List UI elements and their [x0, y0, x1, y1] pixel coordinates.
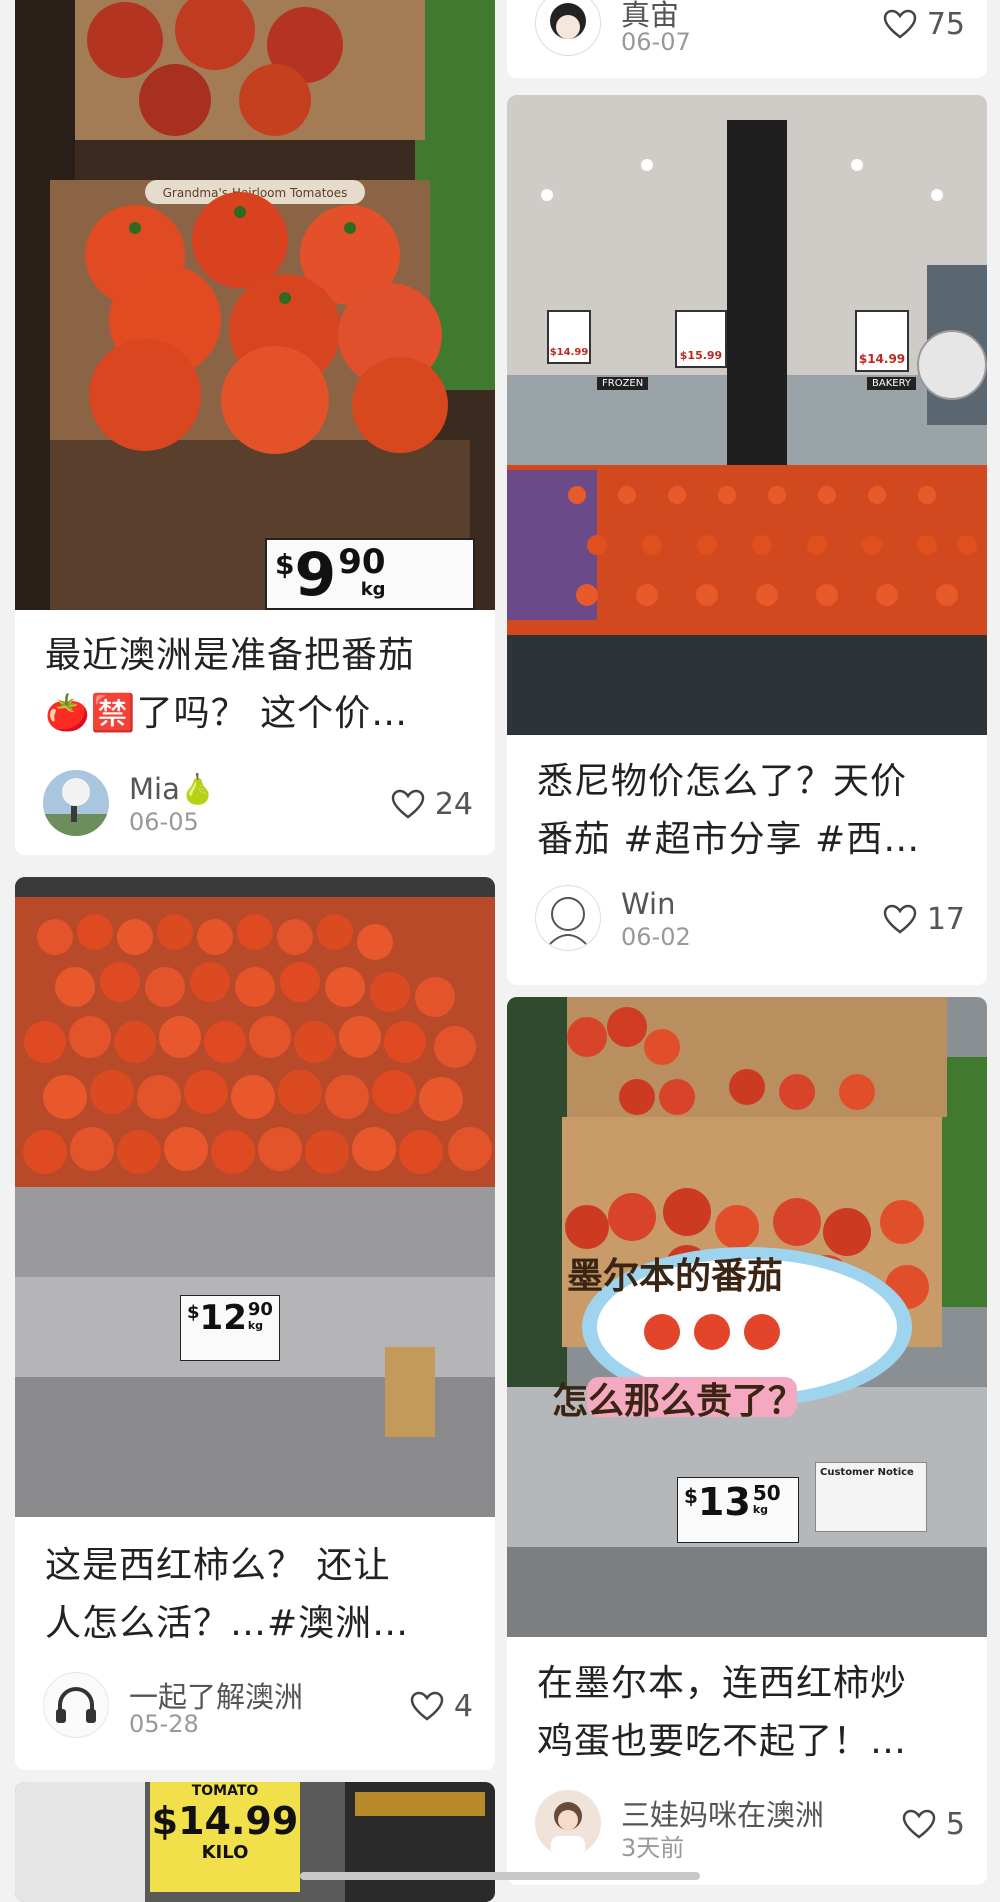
price-main: 9	[294, 540, 337, 610]
customer-notice-title: Customer Notice	[820, 1467, 914, 1478]
price-cents: 90	[247, 1299, 273, 1320]
pillar	[727, 120, 787, 500]
post-date: 06-05	[129, 808, 199, 836]
like-count: 17	[926, 901, 965, 937]
like-button[interactable]: 75	[883, 4, 965, 44]
post-card[interactable]: $ 12 90 kg 这是西红柿么？ 还让 人怎么活？…#澳洲… 一起了解澳洲 …	[15, 877, 495, 1770]
price-dollar: $	[684, 1484, 698, 1508]
post-meta: 一起了解澳洲 05-28 4	[43, 1672, 473, 1742]
headphones-icon	[56, 1687, 96, 1723]
price-unit: kg	[360, 579, 386, 600]
heart-outline-icon	[902, 1809, 936, 1839]
heart-outline-icon	[391, 789, 425, 819]
price-unit: kg	[247, 1319, 264, 1332]
price-unit: kg	[752, 1503, 769, 1516]
customer-notice: Customer Notice	[815, 1462, 927, 1532]
price-dollar: $	[187, 1302, 200, 1323]
price-sign: $14.99	[547, 310, 591, 364]
author-name[interactable]: Win	[621, 887, 675, 921]
price-cents: 50	[752, 1481, 781, 1505]
heart-outline-icon	[883, 904, 917, 934]
post-image[interactable]: $ 12 90 kg	[15, 877, 495, 1517]
overlay-title-line2: 怎么那么贵了？	[552, 1381, 805, 1422]
post-image[interactable]: $14.99 $15.99 $14.99 FROZEN BAKERY	[507, 95, 987, 735]
store-label: BAKERY	[867, 377, 916, 390]
price-tag: $ 9 90 kg	[265, 538, 475, 610]
like-count: 5	[945, 1806, 965, 1842]
price-sign: $14.99	[855, 310, 909, 372]
heart-outline-icon	[883, 9, 917, 39]
post-title[interactable]: 这是西红柿么？ 还让 人怎么活？…#澳洲…	[45, 1537, 475, 1653]
avatar[interactable]	[43, 770, 109, 836]
post-card[interactable]: 墨尔本的番茄 怎么那么贵了？ $ 13 50 kg Customer Notic…	[507, 997, 987, 1885]
post-title[interactable]: 在墨尔本，连西红柿炒 鸡蛋也要吃不起了！…	[537, 1655, 967, 1771]
post-date: 3天前	[621, 1834, 685, 1862]
overlay-title-line1: 墨尔本的番茄	[567, 1256, 784, 1297]
like-button[interactable]: 4	[410, 1686, 473, 1726]
post-title[interactable]: 最近澳洲是准备把番茄 🍅🈲了吗？ 这个价…	[45, 627, 475, 743]
like-button[interactable]: 17	[883, 899, 965, 939]
like-count: 4	[453, 1688, 473, 1724]
price-sign: TOMATO $14.99 KILO	[150, 1782, 300, 1892]
price-sign-label: TOMATO	[191, 1783, 259, 1799]
price-tag: $ 12 90 kg	[180, 1295, 280, 1361]
post-image[interactable]: 墨尔本的番茄 怎么那么贵了？ $ 13 50 kg Customer Notic…	[507, 997, 987, 1637]
price-main: 13	[697, 1480, 751, 1524]
post-card[interactable]: $14.99 $15.99 $14.99 FROZEN BAKERY 悉尼物价怎…	[507, 95, 987, 985]
post-date: 05-28	[129, 1710, 199, 1738]
post-title[interactable]: 悉尼物价怎么了？天价 番茄 #超市分享 #西…	[537, 753, 967, 869]
post-card[interactable]: Grandma's Heirloom Tomatoes $ 9 90 kg 最近…	[15, 0, 495, 855]
post-card[interactable]: 真宙 06-07 75	[507, 0, 987, 78]
store-label: FROZEN	[597, 377, 649, 390]
post-card[interactable]: TOMATO $14.99 KILO	[15, 1782, 495, 1902]
avatar[interactable]	[43, 1672, 109, 1738]
like-button[interactable]: 5	[902, 1804, 965, 1844]
post-meta: Mia🍐 06-05 24	[43, 770, 473, 840]
like-count: 75	[926, 6, 965, 42]
price-sign-value: $14.99	[151, 1799, 299, 1843]
post-meta: 真宙 06-07 75	[535, 0, 965, 60]
home-indicator[interactable]	[300, 1872, 700, 1880]
price-dollar: $	[275, 548, 295, 581]
heart-outline-icon	[410, 1691, 444, 1721]
author-name[interactable]: Mia🍐	[129, 772, 216, 807]
post-date: 06-07	[621, 28, 691, 56]
price-cents: 90	[338, 542, 386, 582]
post-image[interactable]: Grandma's Heirloom Tomatoes $ 9 90 kg	[15, 0, 495, 610]
post-date: 06-02	[621, 923, 691, 951]
post-meta: 三娃妈咪在澳洲 3天前 5	[535, 1790, 965, 1862]
avatar[interactable]	[535, 885, 601, 951]
post-meta: Win 06-02 17	[535, 885, 965, 955]
avatar[interactable]	[535, 0, 601, 56]
like-count: 24	[434, 786, 473, 822]
price-sign: $15.99	[675, 310, 727, 368]
like-button[interactable]: 24	[391, 784, 473, 824]
price-sign-unit: KILO	[201, 1842, 249, 1863]
price-main: 12	[199, 1298, 247, 1338]
post-image[interactable]: TOMATO $14.99 KILO	[15, 1782, 495, 1902]
avatar[interactable]	[535, 1790, 601, 1856]
price-tag: $ 13 50 kg	[677, 1477, 799, 1543]
